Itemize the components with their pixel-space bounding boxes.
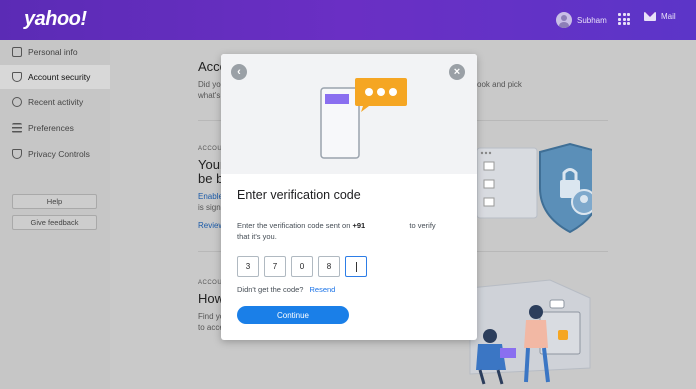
page-desc-right: ook and pick: [477, 80, 522, 89]
user-name: Subham: [577, 15, 607, 25]
sidebar-item-personal-info[interactable]: Personal info: [0, 40, 110, 64]
page-desc-line2: what's: [198, 91, 221, 100]
id-card-icon: [12, 47, 22, 57]
section-label: ACCOU: [198, 146, 223, 152]
code-input-row: 3 7 0 8: [237, 256, 367, 277]
sidebar-item-privacy-controls[interactable]: Privacy Controls: [0, 142, 110, 166]
desc-line2: that it's you.: [237, 232, 277, 241]
privacy-shield-icon: [12, 149, 22, 159]
user-menu[interactable]: Subham: [556, 12, 607, 28]
phone-prefix: +91: [352, 221, 366, 230]
code-digit-4[interactable]: 8: [318, 256, 340, 277]
modal-title: Enter verification code: [237, 188, 361, 202]
section-text: is signi: [198, 203, 223, 212]
top-header: yahoo! Subham Mail: [0, 0, 696, 40]
clock-icon: [12, 97, 22, 107]
resend-row: Didn't get the code? Resend: [237, 285, 335, 294]
code-digit-5[interactable]: [345, 256, 367, 277]
give-feedback-button[interactable]: Give feedback: [12, 215, 97, 230]
code-digit-2[interactable]: 7: [264, 256, 286, 277]
sidebar-item-recent-activity[interactable]: Recent activity: [0, 90, 110, 114]
desc-suffix: to verify: [409, 221, 436, 230]
security-illustration: [476, 142, 592, 234]
yahoo-logo[interactable]: yahoo!: [24, 8, 87, 31]
text-caret: [355, 261, 357, 272]
continue-button[interactable]: Continue: [237, 306, 349, 324]
close-button[interactable]: ×: [449, 64, 465, 80]
mail-link[interactable]: Mail: [644, 12, 676, 21]
sidebar-item-account-security[interactable]: Account security: [0, 65, 110, 89]
section-heading-line2: be b: [198, 171, 224, 186]
code-digit-1[interactable]: 3: [237, 256, 259, 277]
resend-link[interactable]: Resend: [309, 285, 335, 294]
sidebar-item-label: Privacy Controls: [28, 149, 90, 159]
desc-prefix: Enter the verification code sent on: [237, 221, 351, 230]
section-text-line2: to acce: [198, 323, 224, 332]
sidebar-item-preferences[interactable]: Preferences: [0, 116, 110, 140]
shield-icon: [12, 72, 22, 82]
sidebar-item-label: Recent activity: [28, 97, 84, 107]
modal-illustration-area: [221, 54, 477, 174]
sidebar-item-label: Personal info: [28, 47, 78, 57]
sidebar-item-label: Preferences: [28, 123, 74, 133]
resend-prompt: Didn't get the code?: [237, 285, 304, 294]
sidebar-item-label: Account security: [28, 72, 91, 82]
help-button[interactable]: Help: [12, 194, 97, 209]
code-digit-3[interactable]: 0: [291, 256, 313, 277]
modal-description: Enter the verification code sent on +91 …: [237, 220, 463, 242]
mail-label: Mail: [661, 12, 676, 21]
apps-grid-icon[interactable]: [618, 13, 630, 25]
enable-link[interactable]: Enable: [198, 192, 223, 201]
page-desc-line1: Did yo: [198, 80, 221, 89]
back-button[interactable]: ‹: [231, 64, 247, 80]
mail-icon: [644, 12, 656, 21]
list-icon: [12, 123, 22, 133]
avatar-icon: [556, 12, 572, 28]
verification-modal: ‹ × Enter verification code Enter the ve…: [221, 54, 477, 340]
sidebar: Personal info Account security Recent ac…: [0, 40, 110, 389]
section-label: ACCOU: [198, 280, 223, 286]
phone-message-illustration: [320, 78, 407, 159]
